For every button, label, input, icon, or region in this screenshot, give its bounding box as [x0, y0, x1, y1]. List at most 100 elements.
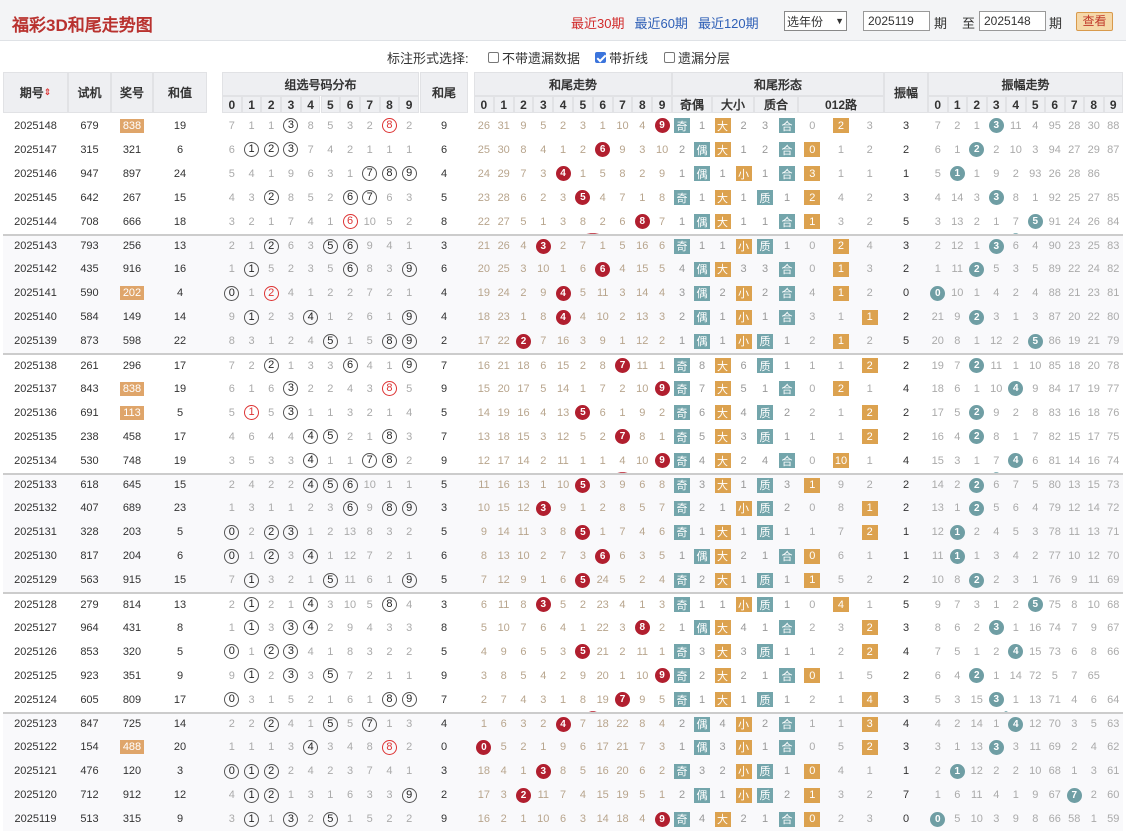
route-cell: 1 [827, 138, 856, 162]
checkbox-icon[interactable] [595, 52, 606, 63]
amp-trend-cell: 14 [1065, 449, 1085, 473]
prize-cell: 203 [111, 520, 153, 544]
checkbox-icon[interactable] [488, 52, 499, 63]
shape-value: 3 [740, 263, 747, 276]
range-link[interactable]: 最近60期 [634, 16, 687, 31]
amp-miss: 2 [973, 215, 980, 228]
amp-miss: 10 [1068, 550, 1081, 563]
dist-value: 2 [366, 406, 373, 419]
range-link[interactable]: 最近30期 [571, 16, 624, 31]
checkbox-icon[interactable] [664, 52, 675, 63]
trend-miss: 7 [579, 240, 586, 253]
option-1[interactable]: 不带遗漏数据 [488, 48, 580, 67]
amp-miss: 15 [1068, 430, 1081, 443]
dist-value: 5 [322, 668, 338, 684]
from-issue-input[interactable]: 2025119 [863, 11, 930, 31]
dist-cell: 0 [222, 688, 242, 712]
amp-trend-cell: 26 [1045, 162, 1065, 186]
dist-cell: 2 [281, 568, 301, 592]
trend-miss: 3 [579, 119, 586, 132]
shape-cell: 奇 [672, 449, 692, 473]
tail-trend-header: 和尾走势 [474, 72, 672, 96]
route-value: 2 [866, 479, 873, 492]
route-value: 1 [832, 285, 849, 301]
tail-ball: 5 [575, 572, 591, 588]
trend-miss: 4 [639, 119, 646, 132]
amp-trend-cell: 2 [967, 568, 987, 592]
trend-cell: 5 [573, 401, 593, 425]
amp-trend-cell: 68 [1104, 594, 1124, 616]
trend-miss: 1 [599, 454, 606, 467]
route-cell: 2 [855, 281, 884, 305]
trend-cell: 26 [494, 236, 514, 258]
dist-value: 1 [268, 813, 275, 826]
dist-cell: 3 [281, 735, 301, 759]
trend-cell: 13 [514, 475, 534, 497]
amp-ball: 0 [930, 811, 946, 827]
amp-cell: 4 [902, 454, 910, 467]
trend-miss: 24 [477, 167, 491, 180]
route-value: 1 [837, 693, 845, 706]
amp-cell: 3 [902, 693, 910, 706]
shape-value: 2 [740, 669, 747, 682]
amp-trend-cell: 4 [948, 425, 968, 449]
digit-header-5: 5 [320, 96, 341, 113]
amp-miss: 80 [1107, 311, 1120, 324]
amp-trend-cell: 2 [967, 138, 987, 162]
shape-cell: 6 [692, 401, 712, 425]
shape-cell: 1 [712, 329, 733, 353]
trend-cell: 9 [632, 401, 652, 425]
dist-cell: 8 [380, 425, 400, 449]
amp-trend-cell: 1 [928, 783, 948, 807]
shape-cell: 质 [754, 640, 776, 664]
dist-cell: 4 [380, 236, 400, 258]
amp-trend-cell: 1 [1006, 783, 1026, 807]
shape-value: 1 [783, 240, 791, 253]
shape-cell: 5 [733, 377, 754, 401]
sort-icon[interactable]: ⇕ [44, 87, 52, 98]
amp-miss: 11 [990, 359, 1002, 372]
to-issue-input[interactable]: 2025148 [979, 11, 1046, 31]
shape-cell: 1 [712, 305, 733, 329]
dist-cell: 1 [321, 783, 341, 807]
trend-cell: 8 [613, 162, 633, 186]
range-link[interactable]: 最近120期 [698, 16, 759, 31]
trend-miss: 7 [579, 718, 586, 731]
dist-value: 1 [248, 287, 255, 300]
trend-miss: 8 [619, 167, 626, 180]
amp-trend-cell: 13 [1084, 520, 1104, 544]
year-select[interactable]: 选年份 ▼ [784, 11, 847, 31]
shape-cell: 1 [776, 329, 798, 353]
route-cell: 1 [855, 377, 884, 401]
trend-miss: 2 [540, 191, 547, 204]
route-cell: 1 [827, 425, 856, 449]
query-button[interactable]: 查看 [1076, 12, 1113, 31]
amp-trend-cell: 11 [928, 544, 948, 568]
trend-cell: 1 [573, 616, 593, 640]
dist-value: 2 [346, 287, 354, 300]
trend-miss: 1 [579, 167, 586, 180]
dist-value: 2 [263, 285, 279, 301]
option-3[interactable]: 遗漏分层 [664, 48, 730, 67]
route-cell: 4 [798, 281, 827, 305]
prize-cell: 912 [111, 783, 153, 807]
trend-cell: 22 [593, 616, 613, 640]
amp-trend-cell: 5 [948, 401, 968, 425]
trend-miss: 14 [636, 287, 649, 300]
amp-miss: 14 [1009, 669, 1022, 682]
dist-cell: 1 [261, 688, 281, 712]
trend-miss: 10 [636, 382, 649, 395]
dist-value: 4 [303, 548, 319, 564]
option-2[interactable]: 带折线 [595, 48, 648, 67]
dist-cell: 4 [301, 735, 321, 759]
trend-cell: 31 [494, 114, 514, 138]
shape-cell: 偶 [692, 735, 712, 759]
trend-miss: 7 [659, 502, 666, 515]
route-value: 10 [832, 453, 849, 469]
amp-miss: 70 [1107, 550, 1120, 563]
amp-trend-cell: 27 [1084, 186, 1104, 210]
amp-miss: 85 [1107, 191, 1120, 204]
trend-cell: 7 [613, 186, 633, 210]
prize-value: 897 [122, 167, 142, 180]
trend-miss: 15 [497, 502, 510, 515]
